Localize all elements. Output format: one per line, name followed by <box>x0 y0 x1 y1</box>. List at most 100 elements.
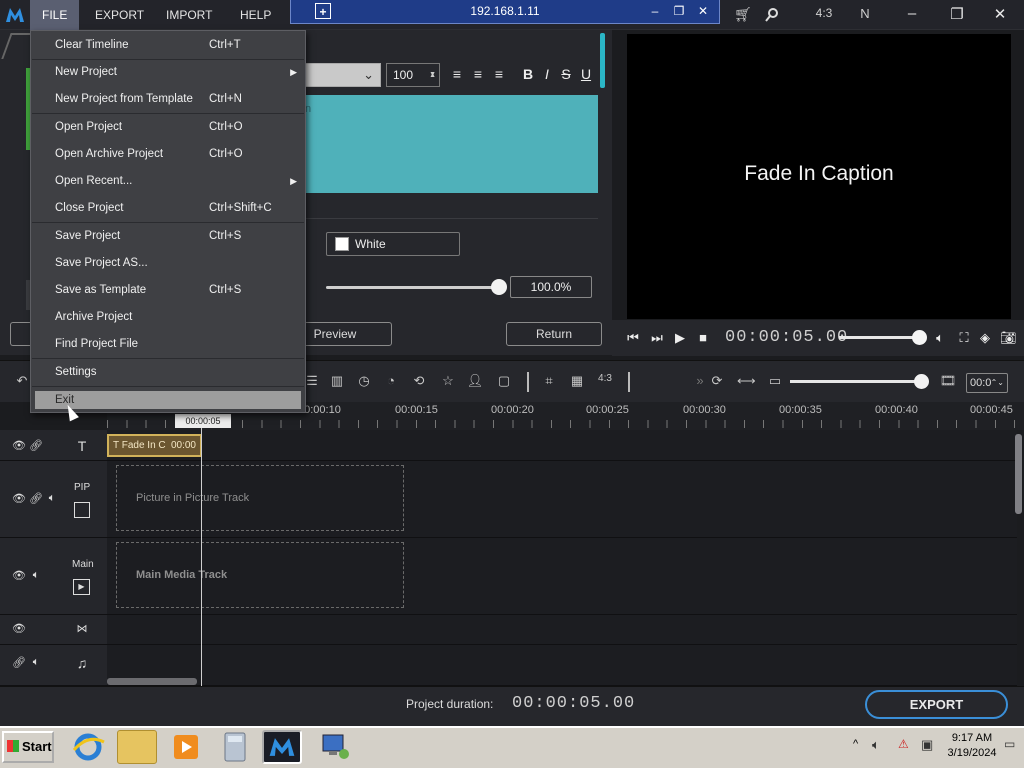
calculator-icon[interactable] <box>215 730 255 764</box>
media-player-icon[interactable] <box>166 730 206 764</box>
menu-item-clear-timeline[interactable]: Clear Timeline Ctrl+T <box>31 32 305 59</box>
font-family-dropdown[interactable]: ⌄ <box>305 63 381 87</box>
align-right-icon[interactable]: ≡ <box>490 66 508 84</box>
caption-clip[interactable]: T Fade In C 00:00 <box>107 434 202 457</box>
menu-item-close-project[interactable]: Close Project Ctrl+Shift+C <box>31 195 305 222</box>
fit-width-icon[interactable]: ⟷ <box>737 373 756 391</box>
columns-icon[interactable]: ▥ <box>328 373 346 391</box>
remote-minimize-icon[interactable]: – <box>647 3 663 19</box>
strikethrough-icon[interactable]: S <box>557 66 575 84</box>
menu-item-save-project[interactable]: Save Project Ctrl+S <box>31 223 305 250</box>
mosaic-icon[interactable]: ▦ <box>568 373 586 391</box>
italic-icon[interactable]: I <box>538 66 556 84</box>
link-icon[interactable]: 🔗︎ <box>29 439 43 453</box>
refresh-icon[interactable]: ⟳ <box>708 373 726 391</box>
align-left-icon[interactable]: ≡ <box>448 66 466 84</box>
zoom-stepper-icon[interactable]: ⌃⌄ <box>991 374 1004 392</box>
menu-item-archive-project[interactable]: Archive Project <box>31 304 305 331</box>
text-color-picker[interactable]: White <box>326 232 460 256</box>
remote-close-icon[interactable]: ✕ <box>695 3 711 19</box>
playhead-time[interactable]: 00:00:05 <box>175 414 231 428</box>
undo-icon[interactable]: ↶ <box>13 373 31 391</box>
tray-expand-icon[interactable]: ^ <box>853 738 858 750</box>
pip-drop-zone[interactable]: Picture in Picture Track <box>116 465 404 531</box>
main-drop-zone[interactable]: Main Media Track <box>116 542 404 608</box>
speaker-icon[interactable]: 🔈︎ <box>933 330 947 346</box>
crop-icon[interactable]: ⌗ <box>540 373 558 391</box>
remote-restore-icon[interactable]: ❐ <box>671 3 687 19</box>
eye-icon[interactable]: 👁︎ <box>12 569 26 583</box>
menu-export[interactable]: EXPORT <box>83 0 156 30</box>
link-icon[interactable]: 🔗︎ <box>29 492 43 506</box>
menu-item-find-project-file[interactable]: Find Project File <box>31 331 305 358</box>
display-tray-icon[interactable]: ▣ <box>921 737 933 753</box>
speaker-icon[interactable]: 🔈︎ <box>29 656 43 670</box>
caption-text-area[interactable]: n <box>305 95 598 193</box>
menu-file[interactable]: FILE <box>30 0 80 30</box>
menu-item-open-recent[interactable]: Open Recent... ▶ <box>31 168 305 195</box>
playhead-line[interactable] <box>201 428 202 686</box>
stepper-down-icon[interactable]: ▼ <box>429 64 436 86</box>
menu-import[interactable]: IMPORT <box>154 0 224 30</box>
timeline-vertical-scrollbar[interactable] <box>1015 434 1022 514</box>
underline-icon[interactable]: U <box>577 66 595 84</box>
font-size-stepper[interactable]: 100 ▲ ▼ <box>386 63 440 87</box>
eye-icon[interactable]: 👁︎ <box>12 492 26 506</box>
menu-item-save-project-as[interactable]: Save Project AS... <box>31 250 305 277</box>
more-icon[interactable]: » <box>691 373 709 391</box>
aspect-ratio-label[interactable]: 4:3 <box>812 6 836 24</box>
speaker-icon[interactable]: 🔈︎ <box>29 569 43 583</box>
menu-item-open-project[interactable]: Open Project Ctrl+O <box>31 114 305 141</box>
start-button[interactable]: Start <box>2 731 54 763</box>
timeline-zoom-field[interactable]: 00:0 ⌃⌄ <box>966 373 1008 393</box>
restore-icon[interactable]: ❐ <box>947 5 967 25</box>
menu-item-new-project[interactable]: New Project ▶ <box>31 59 305 86</box>
return-button[interactable]: Return <box>506 322 602 346</box>
snapshot-camera-icon[interactable]: 📷︎ <box>1000 330 1017 346</box>
eye-icon[interactable]: 👁︎ <box>12 622 26 636</box>
fullscreen-icon[interactable]: ⛶ <box>957 330 971 346</box>
menu-item-new-from-template[interactable]: New Project from Template Ctrl+N <box>31 86 305 113</box>
menu-item-exit[interactable]: Exit <box>35 391 301 409</box>
network-warning-icon[interactable]: ⚠︎ <box>898 737 909 751</box>
video-preview[interactable]: Fade In Caption <box>627 34 1011 319</box>
volume-slider-handle[interactable] <box>912 330 927 345</box>
speed-gauge-icon[interactable]: ◔ <box>382 373 400 391</box>
skip-back-icon[interactable]: ⏮ <box>626 330 640 346</box>
bold-icon[interactable]: B <box>519 66 537 84</box>
cart-icon[interactable]: 🛒︎ <box>733 6 753 24</box>
export-button[interactable]: EXPORT <box>865 690 1008 719</box>
network-computer-icon[interactable] <box>315 730 355 764</box>
clock-icon[interactable]: ◷ <box>355 373 373 391</box>
file-explorer-icon[interactable] <box>117 730 157 764</box>
fill-icon[interactable]: ◈ <box>978 330 992 346</box>
internet-explorer-icon[interactable] <box>68 730 108 764</box>
panel-scrollbar[interactable] <box>600 33 605 88</box>
menu-help[interactable]: HELP <box>228 0 283 30</box>
audio-track[interactable] <box>107 645 1017 686</box>
eye-icon[interactable]: 👁︎ <box>12 439 26 453</box>
timeline-zoom-slider[interactable] <box>790 380 918 383</box>
n-label[interactable]: N <box>857 6 873 24</box>
speaker-icon[interactable]: 🔈︎ <box>45 492 59 506</box>
volume-slider[interactable] <box>839 336 919 339</box>
menu-item-open-archive[interactable]: Open Archive Project Ctrl+O <box>31 141 305 168</box>
star-icon[interactable]: ☆ <box>439 373 457 391</box>
play-icon[interactable]: ▶ <box>673 330 687 346</box>
zoom-out-icon[interactable]: ▭ <box>766 373 784 391</box>
notification-icon[interactable]: ▭ <box>1004 737 1015 751</box>
timeline-horizontal-scrollbar[interactable] <box>107 678 197 685</box>
menu-item-settings[interactable]: Settings <box>31 359 305 386</box>
aspect-icon[interactable]: 4:3 <box>596 373 614 391</box>
zoom-in-icon[interactable]: 🎞︎ <box>939 373 957 391</box>
clock-time[interactable]: 9:17 AM <box>949 732 995 744</box>
search-icon[interactable] <box>764 7 780 23</box>
rotate-icon[interactable]: ⟲ <box>410 373 428 391</box>
link-icon[interactable]: 🔗︎ <box>12 656 26 670</box>
menu-item-save-as-template[interactable]: Save as Template Ctrl+S <box>31 277 305 304</box>
transition-track[interactable] <box>107 615 1017 645</box>
step-forward-icon[interactable]: ⏭ <box>650 330 664 346</box>
opacity-slider-handle[interactable] <box>491 279 507 295</box>
close-icon[interactable]: ✕ <box>990 5 1010 25</box>
timeline-zoom-handle[interactable] <box>914 374 929 389</box>
